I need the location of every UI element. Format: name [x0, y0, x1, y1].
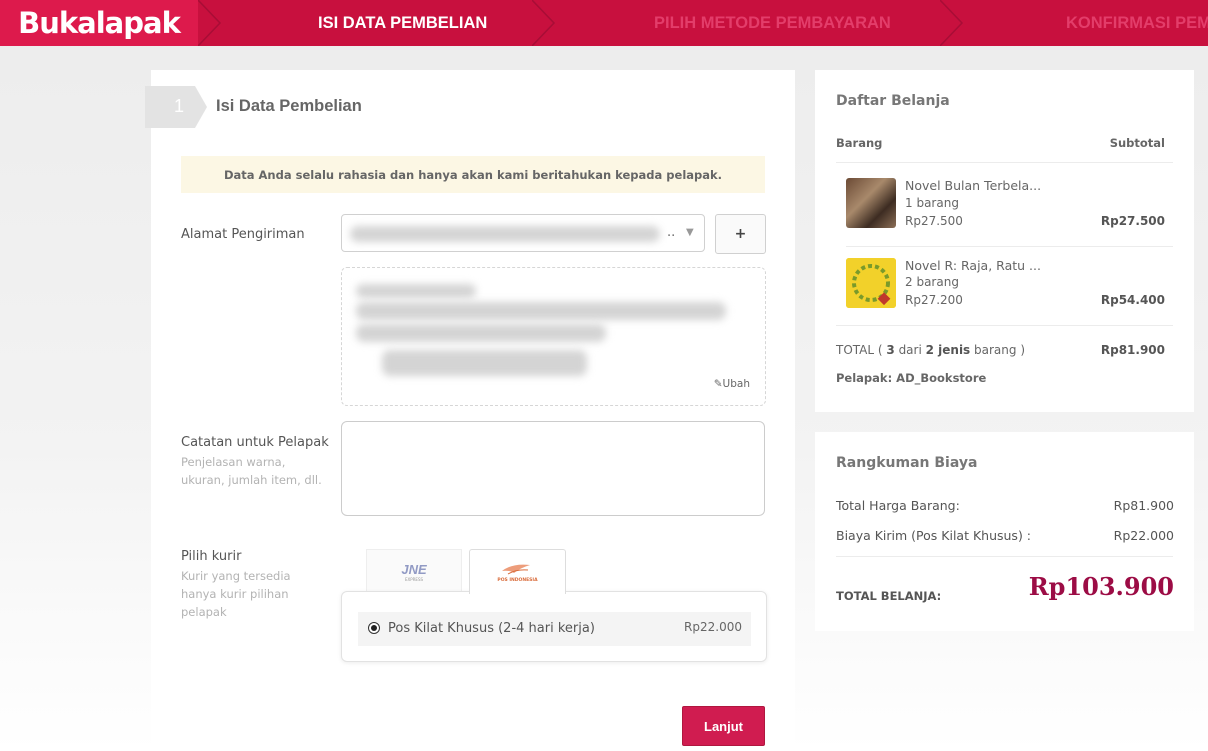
bukalapak-logo[interactable]: Bukalapak [0, 0, 198, 46]
summary-row-label: Total Harga Barang: [836, 498, 960, 513]
courier-option-name: Pos Kilat Khusus (2-4 hari kerja) [388, 621, 595, 636]
courier-label: Pilih kurir [181, 549, 242, 564]
cart-title: Daftar Belanja [836, 93, 950, 109]
purchase-form-panel: 1 Isi Data Pembelian Data Anda selalu ra… [145, 70, 795, 751]
courier-tab-pos[interactable]: POS INDONESIA [469, 549, 566, 594]
courier-tab-jne[interactable]: JNE EXPRESS [366, 549, 462, 593]
item-price: Rp27.500 [905, 214, 963, 228]
cart-total-label: TOTAL ( 3 dari 2 jenis barang ) [836, 343, 1025, 357]
add-address-button[interactable]: + [715, 214, 766, 254]
pencil-icon: ✎ [713, 378, 723, 390]
book-cover-thumb[interactable] [846, 258, 896, 308]
step-pilih-metode: PILIH METODE PEMBAYARAN [654, 13, 891, 32]
summary-row: Total Harga Barang: Rp81.900 [836, 498, 1174, 513]
step-divider-icon [532, 0, 556, 46]
step-isi-data: ISI DATA PEMBELIAN [318, 13, 488, 32]
step-number: 1 [173, 96, 184, 116]
summary-row: Biaya Kirim (Pos Kilat Khusus) : Rp22.00… [836, 528, 1174, 543]
pos-logo-text: POS INDONESIA [497, 578, 538, 583]
summary-row-value: Rp22.000 [1113, 528, 1174, 543]
redacted-address [350, 226, 660, 242]
summary-row-label: Biaya Kirim (Pos Kilat Khusus) : [836, 528, 1032, 543]
courier-options-box: Pos Kilat Khusus (2-4 hari kerja) Rp22.0… [341, 591, 767, 662]
grand-total-value: Rp103.900 [1028, 572, 1174, 601]
book-cover-thumb[interactable] [846, 178, 896, 228]
chevron-down-icon: ▼ [686, 227, 694, 238]
item-qty: 2 barang [905, 275, 959, 289]
next-button[interactable]: Lanjut [682, 706, 765, 746]
step-divider-icon [940, 0, 964, 46]
address-select[interactable]: .. ▼ [341, 214, 705, 252]
summary-title: Rangkuman Biaya [836, 455, 978, 471]
note-help: Penjelasan warna, ukuran, jumlah item, d… [181, 455, 322, 487]
cart-total-value: Rp81.900 [1100, 343, 1165, 357]
divider [846, 246, 1173, 247]
item-name[interactable]: Novel Bulan Terbela... [905, 178, 1041, 193]
step-konfirmasi: KONFIRMASI PEMBE [1066, 13, 1208, 32]
courier-help: Kurir yang tersedia hanya kurir pilihan … [181, 569, 291, 619]
item-price: Rp27.200 [905, 293, 963, 307]
courier-option[interactable]: Pos Kilat Khusus (2-4 hari kerja) Rp22.0… [358, 612, 751, 646]
book-r-cover-icon [846, 258, 896, 308]
redacted-line [356, 324, 606, 342]
divider [836, 556, 1173, 557]
redacted-line [356, 284, 476, 298]
redacted-line [356, 302, 726, 320]
summary-row-value: Rp81.900 [1113, 498, 1174, 513]
divider [836, 325, 1173, 326]
seller-name[interactable]: Pelapak: AD_Bookstore [836, 371, 986, 385]
item-qty: 1 barang [905, 196, 959, 210]
cost-summary-panel: Rangkuman Biaya Total Harga Barang: Rp81… [815, 432, 1194, 631]
privacy-notice: Data Anda selalu rahasia dan hanya akan … [181, 156, 765, 193]
address-detail-box: ✎Ubah [341, 267, 766, 406]
checkout-header: Bukalapak ISI DATA PEMBELIAN PILIH METOD… [0, 0, 1208, 46]
edit-label: Ubah [722, 378, 750, 390]
item-name[interactable]: Novel R: Raja, Ratu ... [905, 258, 1041, 273]
cart-panel: Daftar Belanja Barang Subtotal Novel Bul… [815, 70, 1194, 412]
redacted-line [382, 350, 587, 376]
address-truncation: .. [667, 225, 676, 240]
logo-text: Bukalapak [18, 6, 181, 40]
jne-sub: EXPRESS [404, 576, 424, 582]
col-subtotal-header: Subtotal [1109, 136, 1165, 150]
courier-option-price: Rp22.000 [684, 620, 742, 634]
page-title: Isi Data Pembelian [216, 97, 362, 115]
jne-logo: JNE [401, 561, 427, 577]
grand-total-label: TOTAL BELANJA: [836, 589, 942, 603]
item-subtotal: Rp27.500 [1100, 214, 1165, 228]
note-label: Catatan untuk Pelapak [181, 435, 329, 450]
divider [836, 162, 1173, 163]
address-label: Alamat Pengiriman [181, 227, 305, 242]
radio-selected[interactable] [368, 622, 380, 634]
seller-note-textarea[interactable] [341, 421, 765, 516]
step-divider-icon [198, 0, 222, 46]
edit-address-link[interactable]: ✎Ubah [714, 378, 750, 390]
item-subtotal: Rp54.400 [1100, 293, 1165, 307]
pos-bird-icon [502, 564, 531, 575]
col-item-header: Barang [836, 136, 883, 150]
